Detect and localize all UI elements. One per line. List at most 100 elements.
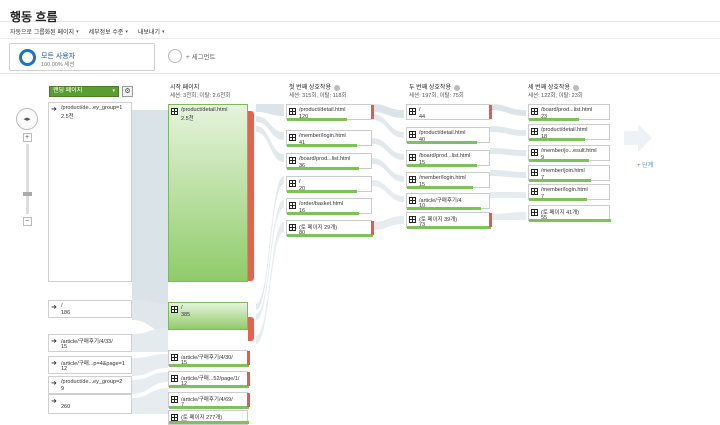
help-icon[interactable] — [453, 85, 460, 91]
page-grid-icon — [171, 306, 178, 313]
start-page-node[interactable]: / 385 — [168, 302, 254, 341]
throughput-bar — [407, 141, 477, 144]
start-page-node[interactable]: /article/구매후기/4/30/ 15 — [168, 350, 250, 367]
first-interaction-node[interactable]: /board/prod...list.html 36 — [286, 153, 372, 170]
node-label: /board/prod...list.html — [299, 156, 351, 162]
menu-auto-group[interactable]: 자동으로 그룹화된 페이지 ▾ — [10, 27, 79, 37]
throughput-bar — [287, 118, 347, 121]
throughput-bar — [169, 421, 249, 424]
column-header-second: 두 번째 상호작용 세션: 197회, 이탈: 75회 — [409, 84, 464, 100]
third-interaction-node[interactable]: (토 페이지 41개) 55 — [528, 205, 611, 222]
entrance-arrow-icon: ➜ — [51, 338, 57, 345]
dropoff-bar[interactable] — [247, 393, 250, 407]
dropoff-bar[interactable] — [247, 372, 250, 386]
first-interaction-node[interactable]: /member/login.html 41 — [286, 130, 372, 147]
node-label: / — [419, 107, 421, 113]
node-label: /order/basket.html — [299, 201, 344, 207]
menu-export[interactable]: 내보내기 ▾ — [138, 27, 165, 37]
add-step-button[interactable]: + 단계 — [637, 160, 653, 169]
source-node[interactable]: ➜ / 186 — [48, 300, 132, 318]
source-node[interactable]: ➜ 260 — [48, 394, 132, 414]
page-grid-icon — [289, 224, 296, 231]
gear-icon[interactable]: ⚙ — [122, 86, 133, 97]
page-grid-icon — [289, 157, 296, 164]
entrance-arrow-icon: ➜ — [51, 304, 57, 311]
node-value: 12 — [61, 366, 68, 372]
source-node[interactable]: ➜ /product/de...ey_group=2 9 — [48, 376, 132, 394]
page-grid-icon — [171, 414, 178, 421]
add-segment-button[interactable]: + 세그먼트 — [168, 49, 216, 63]
segment-ring-icon — [19, 49, 36, 66]
second-interaction-node[interactable]: /article/구매후기/4 10 — [406, 193, 490, 210]
third-interaction-node[interactable]: /product/detail.html 18 — [528, 124, 610, 141]
node-value: 2.5천 — [181, 116, 194, 122]
start-page-node[interactable]: /article/구매...52/page/1/ 12 — [168, 371, 250, 388]
source-node[interactable]: ➜ /product/de...ey_group=1 2.5천 — [48, 102, 132, 282]
page-grid-icon — [531, 209, 538, 216]
page-grid-icon — [531, 108, 538, 115]
page-grid-icon — [531, 169, 538, 176]
third-interaction-node[interactable]: /member/login.html 7 — [528, 184, 610, 201]
third-interaction-node[interactable]: /member/jo...esult.html 9 — [528, 145, 610, 162]
node-label: /article/구매후기/4 — [419, 198, 462, 204]
segment-all-users[interactable]: 모든 사용자 100.00% 세션 — [9, 43, 155, 71]
dropoff-bar[interactable] — [247, 351, 250, 365]
zoom-slider[interactable] — [22, 144, 32, 214]
start-page-node[interactable]: /article/구매후기/4/69/ 7 — [168, 392, 250, 409]
page-grid-icon — [171, 375, 178, 382]
first-interaction-node[interactable]: /order/basket.html 16 — [286, 198, 372, 215]
throughput-bar — [169, 406, 249, 409]
start-page-node[interactable]: /product/detail.html 2.5천 — [168, 104, 254, 282]
node-label: /board/prod...list.html — [419, 153, 471, 159]
page-grid-icon — [171, 108, 178, 115]
page-grid-icon — [289, 108, 296, 115]
dropoff-bar[interactable] — [248, 317, 254, 341]
dropoff-bar[interactable] — [371, 105, 374, 119]
node-label: / — [181, 305, 183, 311]
first-interaction-node[interactable]: (토 페이지 29개) 80 — [286, 220, 374, 237]
zoom-in-button[interactable]: + — [22, 133, 32, 142]
second-interaction-node[interactable]: /board/prod...list.html 15 — [406, 150, 490, 167]
entrance-arrow-icon: ➜ — [51, 380, 57, 387]
second-interaction-node[interactable]: / 44 — [406, 104, 492, 120]
dropoff-bar[interactable] — [489, 105, 492, 119]
source-node[interactable]: ➜ /article/구매후기/4/33/ 15 — [48, 334, 132, 352]
entrance-arrow-icon: ➜ — [51, 106, 57, 113]
dropoff-bar[interactable] — [489, 213, 492, 227]
node-label: /board/prod...list.html — [541, 107, 593, 113]
third-interaction-node[interactable]: /member/join.html 7 — [528, 165, 610, 182]
node-label: / — [61, 303, 63, 309]
node-value: 385 — [181, 312, 191, 318]
help-icon[interactable] — [333, 85, 340, 91]
throughput-bar — [529, 138, 585, 141]
second-interaction-node[interactable]: /product/detail.html 40 — [406, 127, 490, 144]
zoom-out-button[interactable]: − — [22, 217, 32, 226]
source-node[interactable]: ➜ /article/구매...p=4&page=1 12 — [48, 356, 132, 374]
page-grid-icon — [409, 131, 416, 138]
node-label: /article/구매후기/4/69/ — [181, 397, 233, 403]
dropoff-bar[interactable] — [248, 111, 254, 281]
zoom-slider-handle[interactable] — [22, 192, 32, 196]
first-interaction-node[interactable]: / 20 — [286, 176, 372, 193]
node-value: 2.5천 — [61, 114, 74, 120]
start-page-node[interactable]: (토 페이지 277개) 60 — [168, 410, 249, 425]
column-title: 두 번째 상호작용 — [409, 85, 451, 91]
dimension-select[interactable]: 랜딩 페이지 ▾ — [49, 86, 119, 97]
column-title: 시작 페이지 — [170, 85, 200, 91]
menu-detail-level[interactable]: 세부정보 수준 ▾ — [89, 27, 128, 37]
pan-control-icon[interactable]: ◂▸ — [16, 108, 38, 130]
third-interaction-node[interactable]: /board/prod...list.html 23 — [528, 104, 610, 121]
second-interaction-node[interactable]: /member/login.html 15 — [406, 172, 490, 189]
first-interaction-node[interactable]: /product/detail.html 120 — [286, 104, 374, 121]
throughput-bar — [407, 164, 477, 167]
node-label: /product/de...ey_group=1 — [61, 105, 123, 111]
throughput-bar — [169, 364, 249, 367]
help-icon[interactable] — [572, 85, 579, 91]
entrance-arrow-icon: ➜ — [51, 360, 57, 367]
node-label: /product/de...ey_group=2 — [61, 379, 123, 385]
chevron-down-icon: ▾ — [76, 28, 79, 35]
second-interaction-node[interactable]: (토 페이지 39개) 73 — [406, 212, 492, 229]
throughput-bar — [407, 186, 473, 189]
dropoff-bar[interactable] — [371, 221, 374, 235]
node-value: 15 — [61, 344, 68, 350]
